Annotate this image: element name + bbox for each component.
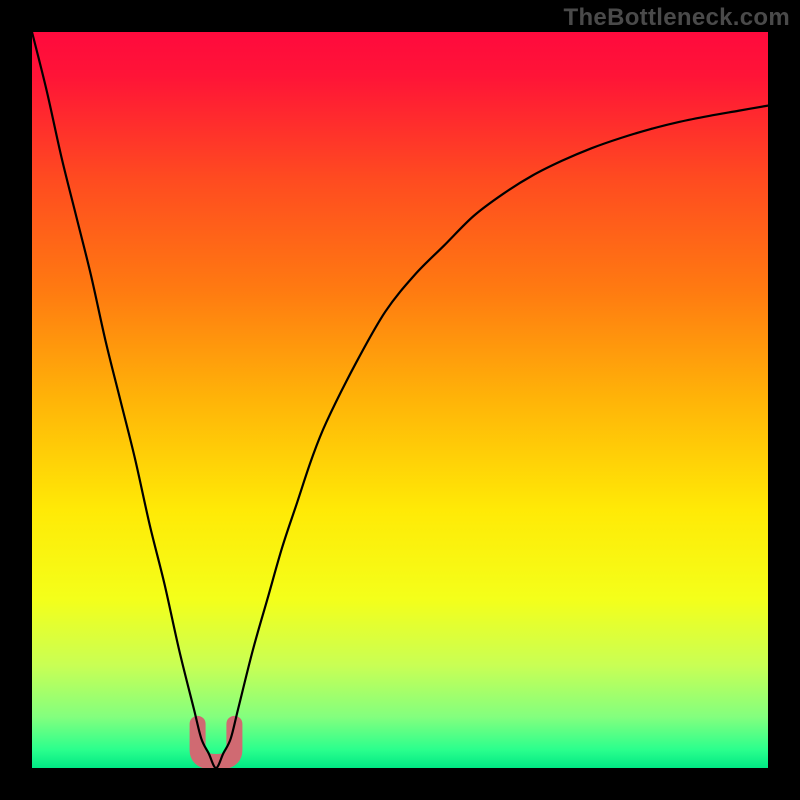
gradient-background [32,32,768,768]
watermark-text: TheBottleneck.com [564,4,790,32]
bottleneck-chart [32,32,768,768]
chart-frame: TheBottleneck.com [0,0,800,800]
plot-area [32,32,768,768]
